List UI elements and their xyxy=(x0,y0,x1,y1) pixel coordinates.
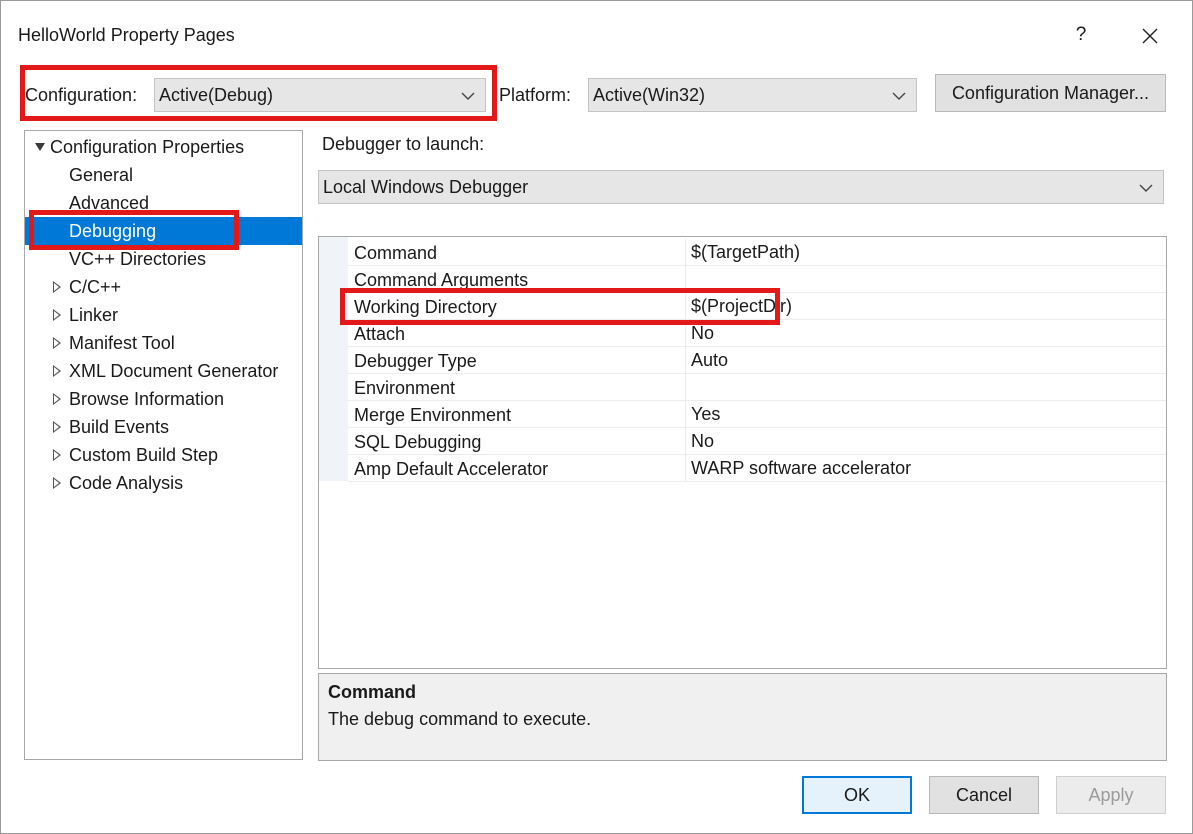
chevron-down-icon xyxy=(461,92,475,100)
property-grid: Command $(TargetPath) Command Arguments … xyxy=(318,236,1167,669)
property-row-working-directory[interactable]: Working Directory $(ProjectDir) xyxy=(348,293,1166,320)
configuration-value: Active(Debug) xyxy=(159,85,274,105)
tree-item-vc-directories[interactable]: VC++ Directories xyxy=(25,245,302,273)
property-name: Environment xyxy=(354,378,456,398)
help-button[interactable]: ? xyxy=(1067,21,1095,49)
tree-item-label: Build Events xyxy=(69,417,170,437)
grid-gutter xyxy=(319,237,348,481)
close-icon xyxy=(1142,28,1158,44)
configuration-label: Configuration: xyxy=(25,85,138,105)
tree-item-manifest-tool[interactable]: Manifest Tool xyxy=(25,329,302,357)
tree-item-label: Linker xyxy=(69,305,119,325)
tree-item-label: Custom Build Step xyxy=(69,445,219,465)
chevron-down-icon xyxy=(892,92,906,100)
collapsed-arrow-icon[interactable] xyxy=(53,449,61,461)
tree-item-label: Browse Information xyxy=(69,389,225,409)
configuration-dropdown[interactable]: Active(Debug) xyxy=(154,78,486,112)
tree-item-advanced[interactable]: Advanced xyxy=(25,189,302,217)
tree-item-debugging[interactable]: Debugging xyxy=(25,217,302,245)
property-row-amp-default-accelerator[interactable]: Amp Default Accelerator WARP software ac… xyxy=(348,455,1166,482)
property-row-debugger-type[interactable]: Debugger Type Auto xyxy=(348,347,1166,374)
tree-item-custom-build-step[interactable]: Custom Build Step xyxy=(25,441,302,469)
tree-item-c-cpp[interactable]: C/C++ xyxy=(25,273,302,301)
tree-item-code-analysis[interactable]: Code Analysis xyxy=(25,469,302,497)
property-row-command[interactable]: Command $(TargetPath) xyxy=(348,239,1166,266)
tree-item-label: C/C++ xyxy=(69,277,122,297)
property-pages-dialog: HelloWorld Property Pages ? Configuratio… xyxy=(0,0,1193,834)
property-name: Working Directory xyxy=(354,297,497,317)
tree-item-label: Advanced xyxy=(69,193,150,213)
collapsed-arrow-icon[interactable] xyxy=(53,421,61,433)
property-value[interactable]: Auto xyxy=(685,347,1165,373)
property-row-attach[interactable]: Attach No xyxy=(348,320,1166,347)
property-value[interactable]: No xyxy=(685,428,1165,454)
platform-label: Platform: xyxy=(499,85,572,105)
debugger-to-launch-label: Debugger to launch: xyxy=(322,134,485,154)
description-text: The debug command to execute. xyxy=(328,709,592,729)
collapsed-arrow-icon[interactable] xyxy=(53,281,61,293)
tree-item-label: General xyxy=(69,165,134,185)
description-panel: Command The debug command to execute. xyxy=(318,673,1167,761)
property-row-merge-environment[interactable]: Merge Environment Yes xyxy=(348,401,1166,428)
debugger-value: Local Windows Debugger xyxy=(323,177,529,197)
property-value[interactable]: WARP software accelerator xyxy=(685,455,1165,481)
collapsed-arrow-icon[interactable] xyxy=(53,477,61,489)
expanded-arrow-icon xyxy=(35,143,45,151)
property-value[interactable]: $(TargetPath) xyxy=(685,239,1165,265)
property-row-command-arguments[interactable]: Command Arguments xyxy=(348,266,1166,293)
property-tree: Configuration Properties General Advance… xyxy=(24,130,303,760)
tree-item-label: VC++ Directories xyxy=(69,249,207,269)
close-button[interactable] xyxy=(1135,21,1165,51)
tree-item-label: Manifest Tool xyxy=(69,333,175,353)
tree-item-label: Debugging xyxy=(69,221,157,241)
tree-item-browse-information[interactable]: Browse Information xyxy=(25,385,302,413)
property-value[interactable] xyxy=(685,266,1165,292)
configuration-manager-button[interactable]: Configuration Manager... xyxy=(935,74,1166,112)
platform-dropdown[interactable]: Active(Win32) xyxy=(588,78,917,112)
property-value[interactable]: No xyxy=(685,320,1165,346)
cancel-button[interactable]: Cancel xyxy=(929,776,1039,814)
tree-item-linker[interactable]: Linker xyxy=(25,301,302,329)
property-row-environment[interactable]: Environment xyxy=(348,374,1166,401)
tree-root-configuration-properties[interactable]: Configuration Properties xyxy=(25,133,302,161)
apply-button[interactable]: Apply xyxy=(1056,776,1166,814)
property-name: SQL Debugging xyxy=(354,432,482,452)
collapsed-arrow-icon[interactable] xyxy=(53,365,61,377)
debugger-dropdown[interactable]: Local Windows Debugger xyxy=(318,170,1164,204)
collapsed-arrow-icon[interactable] xyxy=(53,309,61,321)
collapsed-arrow-icon[interactable] xyxy=(53,337,61,349)
collapsed-arrow-icon[interactable] xyxy=(53,393,61,405)
title-bar: HelloWorld Property Pages ? xyxy=(1,1,1192,57)
property-name: Command xyxy=(354,243,438,263)
tree-item-xml-document-generator[interactable]: XML Document Generator xyxy=(25,357,302,385)
description-title: Command xyxy=(328,682,417,702)
property-value[interactable] xyxy=(685,374,1165,400)
property-name: Attach xyxy=(354,324,406,344)
tree-item-general[interactable]: General xyxy=(25,161,302,189)
tree-item-label: Code Analysis xyxy=(69,473,184,493)
tree-item-build-events[interactable]: Build Events xyxy=(25,413,302,441)
property-value[interactable]: $(ProjectDir) xyxy=(685,293,1165,319)
window-title: HelloWorld Property Pages xyxy=(18,25,235,45)
property-name: Amp Default Accelerator xyxy=(354,459,549,479)
chevron-down-icon xyxy=(1139,184,1153,192)
platform-value: Active(Win32) xyxy=(593,85,706,105)
property-name: Command Arguments xyxy=(354,270,529,290)
tree-item-label: XML Document Generator xyxy=(69,361,279,381)
property-value[interactable]: Yes xyxy=(685,401,1165,427)
tree-root-label: Configuration Properties xyxy=(50,137,245,157)
ok-button[interactable]: OK xyxy=(802,776,912,814)
property-name: Debugger Type xyxy=(354,351,477,371)
property-name: Merge Environment xyxy=(354,405,512,425)
property-row-sql-debugging[interactable]: SQL Debugging No xyxy=(348,428,1166,455)
